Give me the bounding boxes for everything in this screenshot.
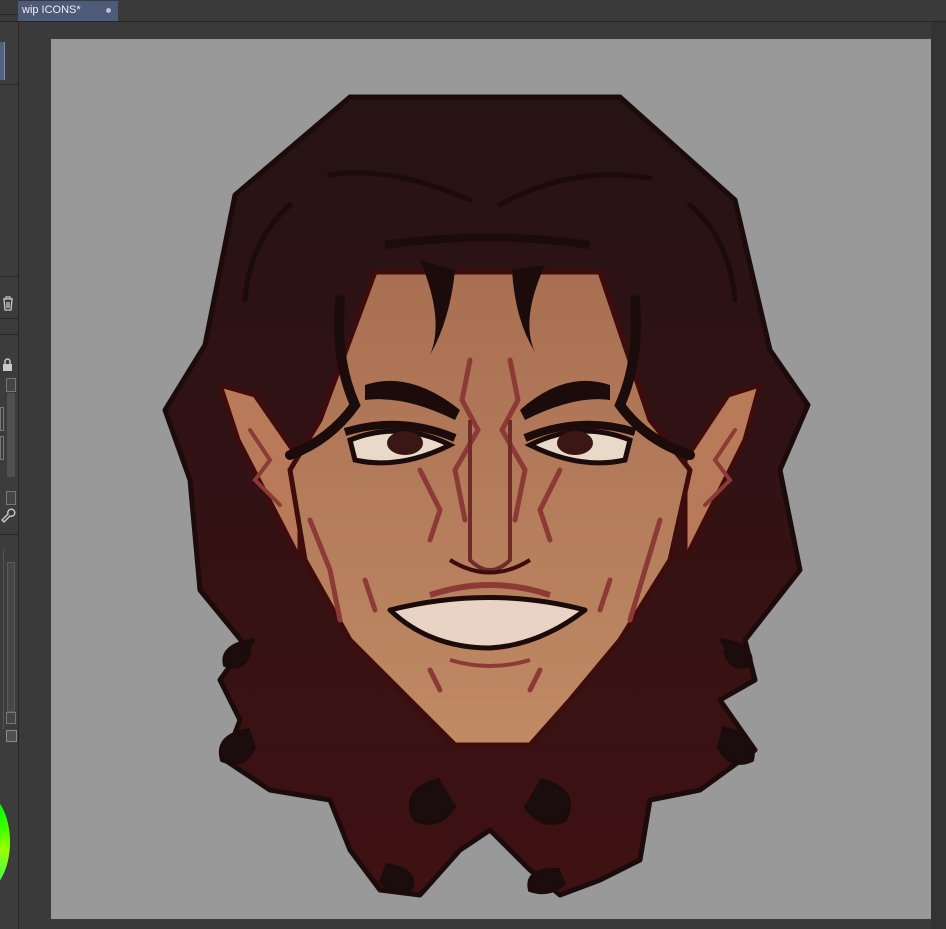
lock-icon[interactable] (2, 358, 14, 372)
left-side-panel (0, 14, 19, 929)
dropdown-button[interactable] (6, 730, 17, 742)
document-tab-bar: wip ICONS* (0, 0, 946, 22)
panel-divider (0, 276, 18, 277)
panel-divider (0, 334, 18, 335)
document-tab-title: wip ICONS* (22, 4, 81, 16)
panel-divider (0, 534, 18, 535)
scroll-up-button[interactable] (6, 378, 16, 392)
panel-divider (0, 14, 18, 15)
workspace-right-edge (931, 22, 946, 929)
color-wheel[interactable] (0, 792, 10, 892)
document-tab[interactable]: wip ICONS* (18, 1, 118, 21)
scrollbar-thumb[interactable] (7, 393, 15, 477)
property-panel-edge (0, 549, 4, 729)
scroll-down-button[interactable] (6, 491, 16, 505)
scrollbar-track[interactable] (7, 562, 15, 712)
canvas-paper[interactable] (51, 39, 931, 919)
wrench-icon[interactable] (1, 508, 16, 524)
panel-divider (0, 318, 18, 319)
panel-divider (0, 84, 18, 85)
close-dot-icon[interactable] (106, 8, 111, 13)
panel-control[interactable] (0, 436, 4, 460)
character-portrait-illustration (162, 94, 811, 898)
layer-selected-row[interactable] (0, 42, 5, 80)
scroll-down-button[interactable] (6, 712, 16, 724)
panel-control[interactable] (0, 407, 4, 431)
trash-icon[interactable] (1, 295, 15, 311)
